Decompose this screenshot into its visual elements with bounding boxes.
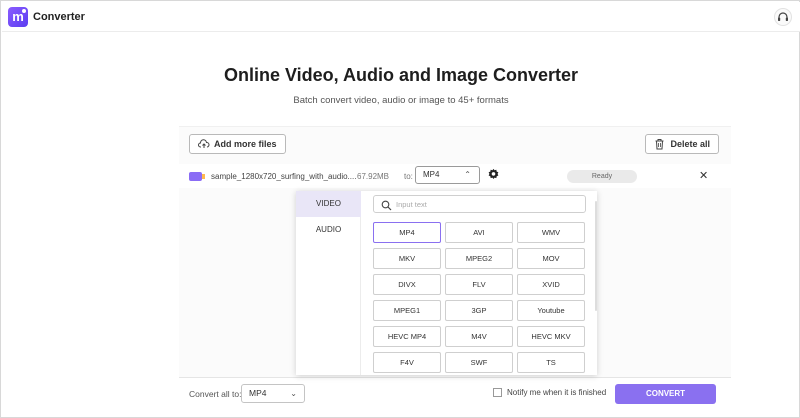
search-input[interactable] xyxy=(396,198,576,210)
format-option[interactable]: 3GP xyxy=(445,300,513,321)
bottom-bar: Convert all to: MP4 ⌄ Notify me when it … xyxy=(179,377,731,409)
format-option[interactable]: F4V xyxy=(373,352,441,373)
format-option[interactable]: FLV xyxy=(445,274,513,295)
gear-icon[interactable] xyxy=(487,168,500,186)
format-option[interactable]: XVID xyxy=(517,274,585,295)
notify-label: Notify me when it is finished xyxy=(507,388,607,397)
file-row: sample_1280x720_surfing_with_audio.... 6… xyxy=(179,164,731,188)
convert-all-select[interactable]: MP4 ⌄ xyxy=(241,384,305,403)
page-subtitle: Batch convert video, audio or image to 4… xyxy=(293,95,509,106)
to-label: to: xyxy=(404,172,413,181)
category-list: VIDEO AUDIO xyxy=(296,191,361,375)
notify-checkbox[interactable] xyxy=(493,388,502,397)
format-select[interactable]: MP4 ⌃ xyxy=(415,166,480,184)
status-badge: Ready xyxy=(567,170,637,183)
format-option[interactable]: MOV xyxy=(517,248,585,269)
app-logo[interactable]: m xyxy=(8,7,28,27)
add-more-files-label: Add more files xyxy=(214,139,277,149)
logo-dot xyxy=(22,9,26,13)
format-option[interactable]: AVI xyxy=(445,222,513,243)
file-name: sample_1280x720_surfing_with_audio.... xyxy=(211,172,357,181)
convert-all-label: Convert all to: xyxy=(189,389,242,399)
chevron-up-icon: ⌃ xyxy=(464,170,471,179)
format-option[interactable]: TS xyxy=(517,352,585,373)
format-option[interactable]: MPEG2 xyxy=(445,248,513,269)
format-option[interactable]: M4V xyxy=(445,326,513,347)
convert-all-value: MP4 xyxy=(249,388,267,398)
format-option[interactable]: Youtube xyxy=(517,300,585,321)
app-name: Converter xyxy=(33,11,85,23)
format-option[interactable]: DIVX xyxy=(373,274,441,295)
dropdown-scrollbar[interactable] xyxy=(595,201,597,311)
format-option[interactable]: HEVC MP4 xyxy=(373,326,441,347)
header: m Converter xyxy=(2,2,800,32)
headset-icon[interactable] xyxy=(774,8,792,26)
category-audio[interactable]: AUDIO xyxy=(296,217,361,243)
format-option[interactable]: WMV xyxy=(517,222,585,243)
format-option[interactable]: MKV xyxy=(373,248,441,269)
format-option[interactable]: SWF xyxy=(445,352,513,373)
format-search xyxy=(373,195,586,213)
file-size: 67.92MB xyxy=(357,172,390,181)
page-title: Online Video, Audio and Image Converter xyxy=(223,65,579,85)
format-select-value: MP4 xyxy=(423,170,440,179)
convert-button[interactable]: CONVERT xyxy=(615,384,716,404)
category-video[interactable]: VIDEO xyxy=(296,191,361,217)
delete-all-button[interactable]: Delete all xyxy=(645,134,719,154)
format-option[interactable]: MP4 xyxy=(373,222,441,243)
add-more-files-button[interactable]: Add more files xyxy=(189,134,286,154)
delete-all-label: Delete all xyxy=(670,139,710,149)
search-icon xyxy=(381,198,392,216)
format-dropdown: VIDEO AUDIO MP4 AVI WMV MKV MPEG2 MOV DI… xyxy=(296,191,597,375)
format-option[interactable]: MPEG1 xyxy=(373,300,441,321)
cloud-upload-icon xyxy=(198,138,210,156)
trash-icon xyxy=(654,138,665,156)
app-window: m Converter Online Video, Audio and Imag… xyxy=(0,0,800,418)
chevron-down-icon: ⌄ xyxy=(290,389,297,398)
format-option[interactable]: HEVC MKV xyxy=(517,326,585,347)
close-icon[interactable]: ✕ xyxy=(699,169,708,182)
video-file-icon xyxy=(189,172,205,181)
